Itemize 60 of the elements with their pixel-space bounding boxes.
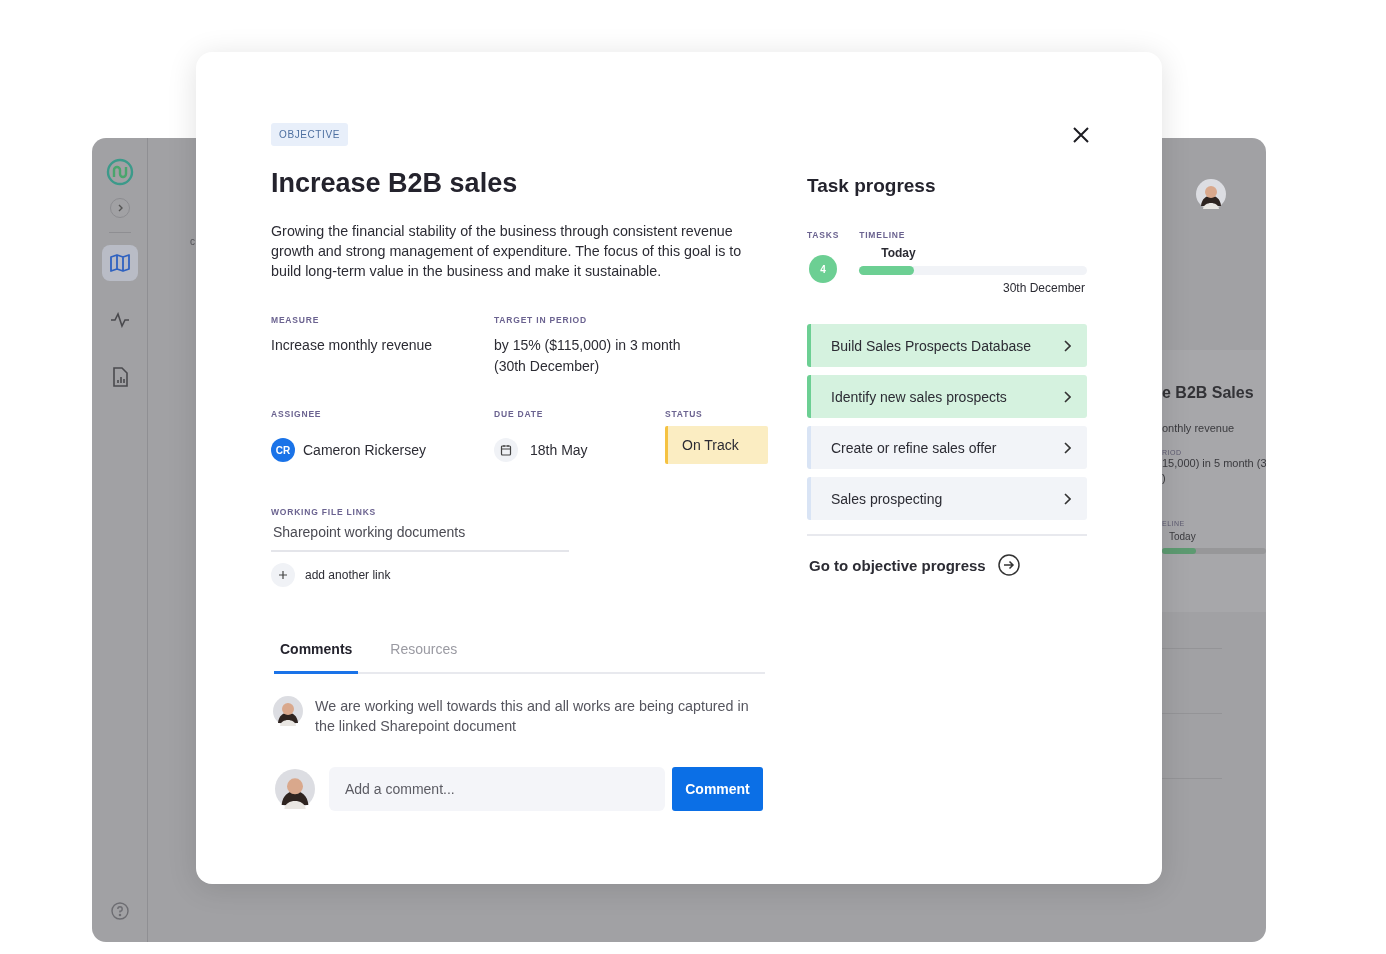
task-item[interactable]: Build Sales Prospects Database xyxy=(807,324,1087,367)
page-subtitle: c xyxy=(190,236,195,247)
measure-value: Increase monthly revenue xyxy=(271,336,434,355)
comment-button[interactable]: Comment xyxy=(672,767,763,811)
close-icon[interactable] xyxy=(1072,126,1090,144)
file-link[interactable]: Sharepoint working documents xyxy=(271,517,569,552)
comment-text: We are working well towards this and all works are being captured in the linked Sharepoint document xyxy=(315,697,750,736)
field-label: TIMELINE xyxy=(859,230,906,240)
field-label: TARGET IN PERIOD xyxy=(494,315,588,325)
chevron-icon xyxy=(1063,492,1071,505)
measure-value: onthly revenue xyxy=(1162,422,1236,434)
assignee-initials: CR xyxy=(271,438,295,462)
task-item[interactable]: Sales prospecting xyxy=(807,477,1087,520)
task-name: Create or refine sales offer xyxy=(831,439,997,456)
task-count: 4 xyxy=(809,255,837,283)
due-date-value: 18th May xyxy=(530,440,588,460)
task-name: Sales prospecting xyxy=(831,490,943,507)
field-label: MEASURE xyxy=(271,315,321,325)
sidebar-item[interactable] xyxy=(101,245,138,281)
commenter-avatar xyxy=(273,696,303,726)
objective-progress-link[interactable]: Go to objective progress xyxy=(809,554,1020,576)
pulse-icon xyxy=(109,312,130,328)
comment-field[interactable]: Add a comment... xyxy=(329,767,665,811)
card-title: e B2B Sales xyxy=(1162,384,1255,402)
assignee-name: Cameron Rickersey xyxy=(303,440,426,460)
period-value: 15,000) in 5 month (3 xyxy=(1162,456,1266,471)
calendar-icon xyxy=(494,438,518,462)
objective-title: Increase B2B sales xyxy=(271,168,519,199)
user-avatar xyxy=(275,769,315,809)
status-value[interactable]: On Track xyxy=(665,426,768,464)
add-link-label[interactable]: add another link xyxy=(305,568,391,582)
end-date: 30th December xyxy=(1002,281,1085,295)
map-icon xyxy=(108,253,131,273)
logo-icon xyxy=(105,158,134,186)
field-label: ASSIGNEE xyxy=(271,409,323,419)
field-label: STATUS xyxy=(665,409,704,419)
task-name: Identify new sales prospects xyxy=(831,388,1007,405)
user-avatar xyxy=(1196,179,1226,209)
arrow-circle-icon xyxy=(997,554,1020,576)
field-label: TASKS xyxy=(807,230,840,240)
field-label: WORKING FILE LINKS xyxy=(271,507,378,517)
help-icon[interactable] xyxy=(110,902,129,920)
plus-icon xyxy=(278,570,288,580)
chevron-icon xyxy=(1063,390,1071,403)
task-name: Build Sales Prospects Database xyxy=(831,337,1031,354)
period-value: ) xyxy=(1162,471,1167,486)
target-value: by 15% ($115,000) in 3 month (30th December) xyxy=(494,336,682,376)
objective-description: Growing the financial stability of the business through consistent revenue growth and strong management of expenditure. The focus of this goal is to build long-term value in the business and make it sustainable. xyxy=(271,222,743,281)
task-item[interactable]: Create or refine sales offer xyxy=(807,426,1087,469)
task-item[interactable]: Identify new sales prospects xyxy=(807,375,1087,418)
today-label: Today xyxy=(1169,531,1197,542)
add-button[interactable] xyxy=(271,563,295,587)
section-title: Task progress xyxy=(807,175,937,197)
today-label: Today xyxy=(881,246,916,260)
report-icon xyxy=(111,367,128,387)
chevron-icon xyxy=(1063,441,1071,454)
objective-badge: OBJECTIVE xyxy=(271,123,348,146)
chevron-icon xyxy=(1063,339,1071,352)
field-label: DUE DATE xyxy=(494,409,545,419)
tab[interactable]: Comments xyxy=(274,631,359,674)
